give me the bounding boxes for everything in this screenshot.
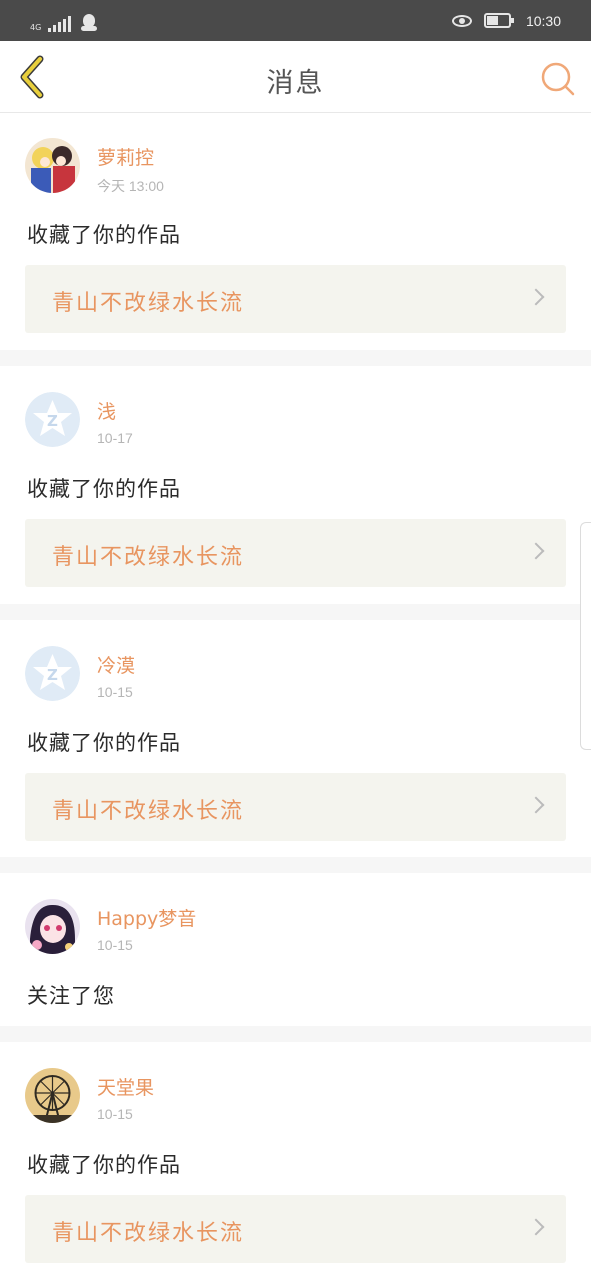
work-title: 青山不改绿水长流 — [52, 1221, 245, 1246]
status-bar: 4G 10:30 — [0, 0, 591, 41]
timestamp: 10-17 — [97, 430, 133, 446]
timestamp: 10-15 — [97, 1106, 133, 1122]
svg-text:Z: Z — [47, 412, 58, 430]
username[interactable]: 萝莉控 — [97, 143, 154, 170]
work-title: 青山不改绿水长流 — [52, 545, 245, 570]
scroll-handle[interactable] — [580, 522, 591, 750]
search-button[interactable] — [540, 61, 576, 97]
signal-icon — [48, 16, 71, 32]
status-right: 10:30 — [451, 0, 561, 41]
separator — [0, 350, 591, 366]
status-left: 4G — [30, 10, 97, 32]
work-title: 青山不改绿水长流 — [52, 799, 245, 824]
notification-card: 天堂果 10-15 收藏了你的作品 青山不改绿水长流 — [0, 1042, 591, 1280]
separator — [0, 1026, 591, 1042]
username[interactable]: Happy梦音 — [97, 904, 196, 931]
username[interactable]: 浅 — [97, 397, 116, 424]
work-title: 青山不改绿水长流 — [52, 291, 245, 316]
battery-icon — [483, 13, 514, 28]
notification-card: Happy梦音 10-15 关注了您 — [0, 873, 591, 1026]
action-text: 关注了您 — [27, 984, 115, 1008]
qq-icon — [81, 14, 97, 32]
chevron-right-icon — [527, 1218, 545, 1236]
notification-card: 萝莉控 今天 13:00 收藏了你的作品 青山不改绿水长流 — [0, 114, 591, 350]
eye-icon — [451, 14, 472, 28]
page-title: 消息 — [266, 68, 325, 99]
work-link[interactable]: 青山不改绿水长流 — [25, 773, 566, 841]
notification-card: Z 冷漠 10-15 收藏了你的作品 青山不改绿水长流 — [0, 620, 591, 857]
action-text: 收藏了你的作品 — [27, 1153, 181, 1177]
username[interactable]: 冷漠 — [97, 651, 135, 678]
timestamp: 10-15 — [97, 937, 133, 953]
anime-girl-avatar-image — [25, 899, 80, 954]
work-link[interactable]: 青山不改绿水长流 — [25, 1195, 566, 1263]
chevron-right-icon — [527, 288, 545, 306]
clock: 10:30 — [525, 12, 561, 29]
search-icon — [541, 62, 575, 96]
action-text: 收藏了你的作品 — [27, 477, 181, 501]
avatar[interactable]: Z — [25, 646, 80, 701]
avatar[interactable] — [25, 1068, 80, 1123]
separator — [0, 604, 591, 620]
notification-card: Z 浅 10-17 收藏了你的作品 青山不改绿水长流 — [0, 366, 591, 604]
separator — [0, 857, 591, 873]
timestamp: 今天 13:00 — [97, 178, 164, 194]
action-text: 收藏了你的作品 — [27, 223, 181, 247]
username[interactable]: 天堂果 — [97, 1073, 154, 1100]
work-link[interactable]: 青山不改绿水长流 — [25, 265, 566, 333]
title-bar: 消息 — [0, 41, 591, 113]
chevron-right-icon — [527, 796, 545, 814]
svg-text:Z: Z — [47, 666, 58, 684]
action-text: 收藏了你的作品 — [27, 731, 181, 755]
anime-avatar-image — [25, 138, 80, 193]
avatar[interactable] — [25, 138, 80, 193]
ferris-wheel-avatar-image — [25, 1068, 80, 1123]
network-label: 4G — [30, 23, 42, 32]
work-link[interactable]: 青山不改绿水长流 — [25, 519, 566, 587]
avatar[interactable] — [25, 899, 80, 954]
default-z-avatar-image: Z — [25, 392, 80, 447]
chevron-right-icon — [527, 542, 545, 560]
timestamp: 10-15 — [97, 684, 133, 700]
avatar[interactable]: Z — [25, 392, 80, 447]
default-z-avatar-image: Z — [25, 646, 80, 701]
